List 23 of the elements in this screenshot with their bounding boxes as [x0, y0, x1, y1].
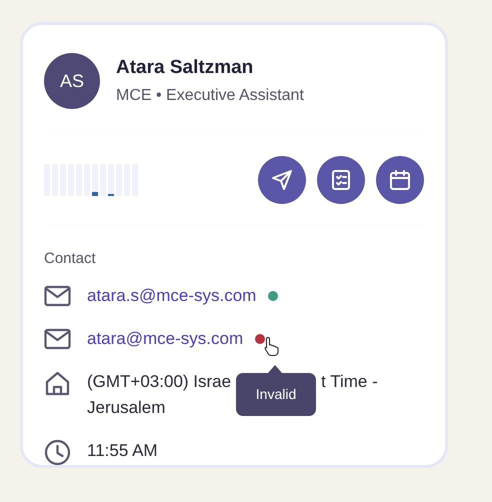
house-icon	[44, 370, 71, 396]
email-link[interactable]: atara.s@mce-sys.com	[87, 282, 256, 308]
local-time: 11:55 AM	[87, 440, 158, 462]
tooltip-arrow	[268, 365, 282, 373]
avatar: AS	[44, 53, 100, 109]
checklist-button[interactable]	[317, 156, 365, 204]
timezone-text: Jerusalem	[87, 396, 166, 418]
person-name: Atara Saltzman	[116, 57, 254, 80]
clock-icon	[44, 438, 71, 465]
email-link[interactable]: atara@mce-sys.com	[87, 326, 244, 352]
pointer-cursor-icon	[264, 336, 280, 356]
calendar-button[interactable]	[376, 156, 424, 204]
timezone-text: (GMT+03:00) Israe	[87, 370, 232, 392]
send-button[interactable]	[258, 156, 306, 204]
envelope-icon	[44, 326, 71, 350]
calendar-icon	[389, 168, 411, 190]
send-icon	[271, 168, 293, 190]
checklist-icon	[330, 168, 352, 190]
person-subtitle: MCE • Executive Assistant	[116, 86, 304, 105]
envelope-icon	[44, 284, 71, 308]
timezone-text: t Time -	[321, 370, 378, 392]
section-heading: Contact	[44, 249, 97, 269]
tooltip: Invalid	[236, 373, 316, 416]
